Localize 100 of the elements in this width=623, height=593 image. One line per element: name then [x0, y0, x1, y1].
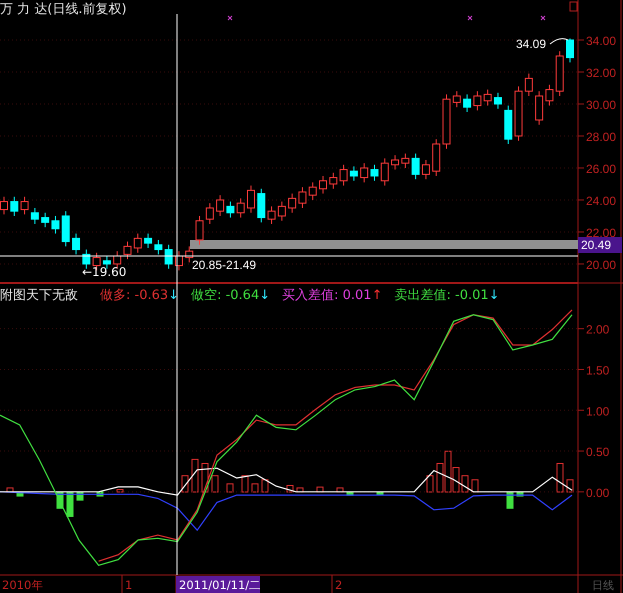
- candle: [185, 246, 194, 263]
- indicator-axis-label: 0.50: [586, 445, 610, 460]
- time-axis-label: 2: [335, 578, 342, 592]
- histogram-bar: [66, 492, 74, 517]
- price-axis-label: 34.00: [586, 34, 616, 48]
- candle: [380, 158, 389, 186]
- candle: [442, 94, 450, 150]
- candle: [154, 239, 162, 255]
- trend-arrow: ↓: [259, 289, 270, 302]
- histogram-bar: [226, 483, 234, 492]
- candle: [350, 166, 358, 182]
- candle: [164, 244, 173, 270]
- low-price-label: ←19.60: [82, 265, 126, 279]
- histogram-bar: [242, 475, 248, 492]
- candle: [566, 38, 574, 63]
- candle: [278, 201, 286, 222]
- candle: [30, 207, 39, 224]
- candle: [268, 206, 276, 224]
- candle: [329, 172, 338, 190]
- candle: [298, 186, 306, 208]
- price-axis-label: 20.00: [586, 258, 616, 272]
- indicator-axis-label: 2.00: [586, 322, 610, 337]
- candle: [134, 233, 142, 254]
- candle: [401, 153, 410, 168]
- histogram-bar: [262, 479, 268, 492]
- price-axis-label: 28.00: [586, 130, 616, 144]
- candle: [257, 188, 266, 223]
- candle: [524, 73, 533, 96]
- price-axis-label: 22.00: [586, 226, 616, 240]
- indicator-name: 附图天下无敌: [0, 289, 78, 302]
- histogram-bar: [212, 475, 218, 492]
- histogram-bar: [516, 492, 524, 497]
- trend-arrow: ↑: [372, 289, 382, 302]
- candle: [62, 210, 70, 247]
- high-price-label: 34.09: [516, 37, 546, 51]
- leader-line: [550, 38, 568, 44]
- candle: [340, 164, 348, 186]
- indicator-axis-label: 1.50: [586, 363, 610, 378]
- candle: [360, 162, 368, 183]
- candle: [412, 153, 420, 180]
- indicator-axis-label: 0.00: [586, 486, 610, 500]
- candle: [288, 193, 296, 214]
- window-square-icon[interactable]: [570, 2, 578, 12]
- price-axis-label: 30.00: [586, 98, 616, 112]
- histogram-bar: [346, 492, 354, 496]
- histogram-bar: [6, 487, 14, 492]
- candle: [236, 198, 245, 218]
- candle: [463, 94, 472, 112]
- histogram-bar: [426, 475, 434, 492]
- histogram-bar: [506, 492, 514, 509]
- price-axis-label: 26.00: [586, 162, 616, 176]
- candle: [504, 105, 512, 144]
- indicator-value: 买入差值: 0.01: [282, 289, 372, 302]
- candle: [494, 92, 502, 110]
- candle: [10, 196, 18, 216]
- price-axis-label: 24.00: [586, 194, 616, 208]
- candle: [216, 194, 224, 216]
- candle: [206, 202, 214, 224]
- cross-mark-icon: [540, 16, 546, 20]
- candle: [51, 215, 60, 234]
- candle: [174, 250, 183, 271]
- candle: [370, 164, 378, 182]
- histogram-bar: [116, 489, 124, 492]
- candle: [20, 196, 29, 215]
- candle: [452, 90, 461, 108]
- indicator-value: 做多: -0.63: [100, 289, 168, 302]
- price-axis-label: 32.00: [586, 66, 616, 80]
- histogram-bar: [462, 475, 468, 492]
- current-price-tag: 20.49: [578, 237, 622, 253]
- chart-title: 万 力 达(日线.前复权): [0, 2, 127, 17]
- time-axis-label: 2011/01/11/二: [179, 578, 262, 592]
- trend-arrow: ↓: [488, 289, 500, 302]
- candle: [246, 185, 255, 214]
- candle: [422, 159, 430, 180]
- histogram-bar: [296, 487, 304, 492]
- price-range-label: 20.85-21.49: [192, 258, 256, 272]
- candle: [196, 215, 204, 246]
- indicator-value: 卖出差值: -0.01: [394, 289, 489, 302]
- histogram-bar: [556, 462, 564, 492]
- histogram-bar: [376, 492, 384, 495]
- histogram-bar: [316, 486, 324, 492]
- candle: [484, 89, 492, 106]
- candle: [556, 50, 564, 96]
- histogram-bar: [96, 492, 104, 497]
- histogram-bar: [336, 487, 344, 492]
- time-axis-label: 1: [125, 578, 132, 592]
- candle: [545, 84, 554, 106]
- indicator-value: 做空: -0.64: [191, 289, 260, 302]
- histogram-bar: [472, 479, 478, 492]
- candle: [72, 233, 80, 255]
- histogram-bar: [252, 483, 258, 492]
- indicator-axis-label: 1.00: [586, 404, 610, 418]
- candle: [319, 175, 328, 194]
- candle: [226, 201, 234, 218]
- candle: [144, 233, 152, 248]
- histogram-bar: [16, 492, 24, 497]
- trend-arrow: ↓: [168, 289, 180, 302]
- candle: [308, 182, 317, 200]
- candle: [124, 241, 132, 260]
- time-axis-label: 2010年: [2, 578, 44, 592]
